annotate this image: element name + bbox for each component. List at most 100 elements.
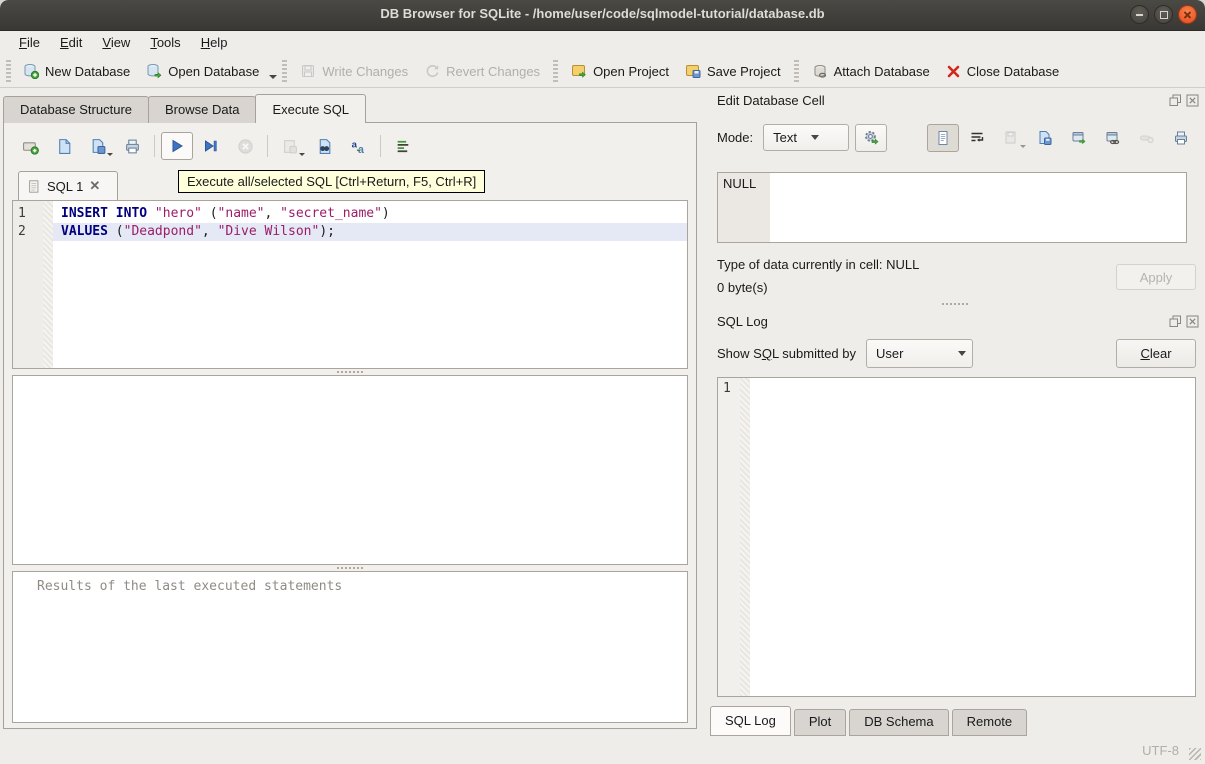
new-database-button[interactable]: New Database [15,59,138,83]
tab-plot[interactable]: Plot [794,709,846,736]
cell-null-value: NULL [718,173,770,242]
new-tab-icon [22,138,39,155]
menu-file[interactable]: File [10,33,49,52]
status-bar: UTF-8 [0,734,1205,764]
code-line-2: VALUES ("Deadpond", "Dive Wilson"); [53,223,687,241]
sql-log-title: SQL Log [717,314,768,329]
mode-value: Text [773,130,797,145]
print-cell-button[interactable] [1165,124,1197,152]
mode-label: Mode: [717,130,753,145]
word-wrap-button[interactable] [961,124,993,152]
open-external-button[interactable] [1063,124,1095,152]
close-icon[interactable] [1186,94,1199,107]
text-mode-button[interactable] [927,124,959,152]
export-icon [1037,130,1053,146]
open-database-icon [146,63,162,79]
tab-browse-data[interactable]: Browse Data [148,96,256,123]
line-number: 1 [13,205,43,223]
execute-current-line-button[interactable] [195,132,227,160]
tab-sql-log[interactable]: SQL Log [710,706,791,736]
maximize-button[interactable] [1154,5,1173,24]
sql-log-dock-buttons [1169,315,1199,328]
titlebar: DB Browser for SQLite - /home/user/code/… [0,0,1205,31]
auto-switch-mode-button[interactable] [855,124,887,152]
sql-1-tab[interactable]: SQL 1 ✕ [18,171,118,200]
close-database-icon [946,64,961,79]
sql-log-area[interactable]: 1 [717,377,1196,697]
sql-tab-close-icon[interactable]: ✕ [89,178,100,194]
tab-execute-sql[interactable]: Execute SQL [255,94,366,123]
execute-all-button[interactable] [161,132,193,160]
format-icon [395,138,412,155]
write-changes-icon [300,63,316,79]
sql-toolbar-separator [380,135,381,157]
menu-view[interactable]: View [93,33,139,52]
save-sql-file-button[interactable] [82,132,114,160]
sql-toolbar: aa [10,128,690,164]
stop-execution-button [229,132,261,160]
find-button[interactable] [308,132,340,160]
float-icon[interactable] [1169,315,1182,328]
sql-tab-label: SQL 1 [47,179,83,194]
document-icon [935,130,951,146]
attach-database-button[interactable]: Attach Database [804,59,938,83]
save-project-label: Save Project [707,64,781,79]
dock-splitter[interactable] [705,300,1205,308]
tab-remote[interactable]: Remote [952,709,1028,736]
tab-database-structure[interactable]: Database Structure [3,96,149,123]
maximize-icon [1160,11,1168,19]
fold-margin [43,201,53,368]
auto-completion-icon: aa [350,138,367,155]
main-vertical-splitter[interactable] [697,92,705,732]
execution-log-pane[interactable]: Results of the last executed statements [12,571,688,723]
menubar: File Edit View Tools Help [0,31,1205,53]
cell-value-editor[interactable]: NULL [717,172,1187,243]
resize-grip-icon[interactable] [1189,748,1201,760]
close-button[interactable] [1178,5,1197,24]
print-icon [1173,130,1189,146]
new-sql-tab-button[interactable] [14,132,46,160]
open-sql-file-button[interactable] [48,132,80,160]
apply-button: Apply [1116,264,1196,290]
revert-changes-button: Revert Changes [416,59,548,83]
right-dock: Edit Database Cell Mode: Text [705,90,1205,736]
fold-margin [740,378,750,696]
mode-select[interactable]: Text [763,124,849,151]
write-changes-label: Write Changes [322,64,408,79]
submitted-by-select[interactable]: User [866,339,973,368]
export-data-button[interactable] [1029,124,1061,152]
open-file-icon [56,138,73,155]
copy-link-button[interactable] [1097,124,1129,152]
results-grid-pane[interactable] [12,375,688,565]
sql-log-filter-row: Show SQL submitted by User Clear [717,338,1196,369]
import-data-button [995,124,1027,152]
open-project-icon [571,63,587,79]
format-sql-button[interactable] [387,132,419,160]
print-sql-button[interactable] [116,132,148,160]
code-area[interactable]: INSERT INTO "hero" ("name", "secret_name… [53,201,687,368]
save-file-dropdown-icon [107,153,113,156]
tab-db-schema[interactable]: DB Schema [849,709,948,736]
menu-tools[interactable]: Tools [141,33,189,52]
app-window: DB Browser for SQLite - /home/user/code/… [0,0,1205,764]
encoding-indicator[interactable]: UTF-8 [1142,743,1179,758]
menu-help[interactable]: Help [192,33,237,52]
window-controls [1130,5,1197,24]
attach-database-label: Attach Database [834,64,930,79]
open-database-dropdown-icon[interactable] [269,75,277,79]
float-icon[interactable] [1169,94,1182,107]
menu-edit[interactable]: Edit [51,33,91,52]
auto-completion-button[interactable]: aa [342,132,374,160]
minimize-button[interactable] [1130,5,1149,24]
clear-log-button[interactable]: Clear [1116,339,1196,368]
close-database-button[interactable]: Close Database [938,60,1068,83]
save-project-button[interactable]: Save Project [677,59,789,83]
edit-cell-dock-buttons [1169,94,1199,107]
minimize-icon [1136,14,1143,16]
close-icon[interactable] [1186,315,1199,328]
open-project-button[interactable]: Open Project [563,59,677,83]
open-database-button[interactable]: Open Database [138,59,267,83]
toolbar-drag-handle[interactable] [6,60,11,82]
main-tab-bar: Database Structure Browse Data Execute S… [3,95,365,123]
sql-editor[interactable]: 1 2 INSERT INTO "hero" ("name", "secret_… [12,200,688,369]
